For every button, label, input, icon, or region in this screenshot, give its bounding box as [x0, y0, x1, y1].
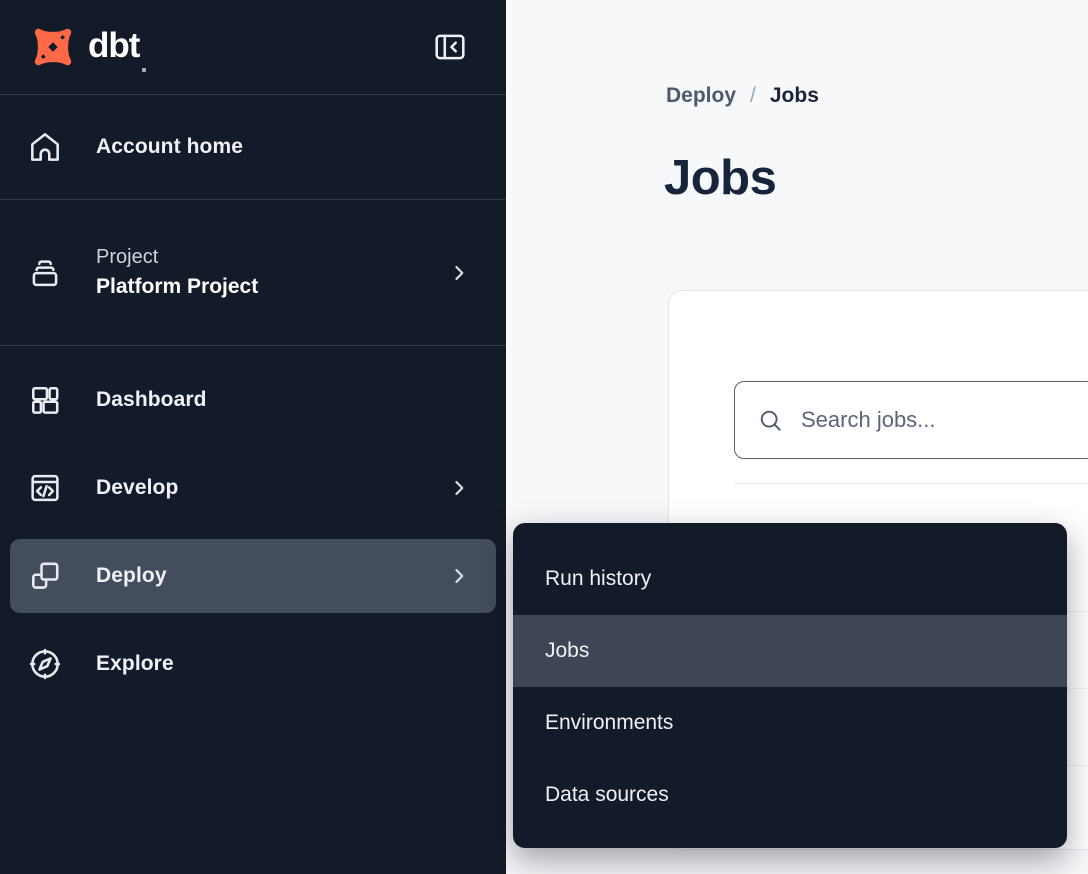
breadcrumb-separator: /	[750, 84, 756, 108]
sidebar-item-develop[interactable]: Develop	[10, 451, 496, 525]
chevron-right-icon	[448, 477, 470, 499]
search-box[interactable]	[734, 381, 1088, 459]
sidebar-header: dbt	[0, 0, 506, 95]
chevron-right-icon	[448, 565, 470, 587]
dbt-wordmark: dbt	[88, 28, 139, 63]
explore-compass-icon	[26, 645, 64, 683]
search-jobs-input[interactable]	[801, 407, 1088, 433]
sidebar-item-dashboard[interactable]: Dashboard	[10, 363, 496, 437]
sidebar-collapse-button[interactable]	[430, 27, 470, 67]
project-eyebrow: Project	[96, 246, 258, 269]
flyout-item-data-sources[interactable]: Data sources	[513, 759, 1067, 831]
sidebar-item-deploy[interactable]: Deploy	[10, 539, 496, 613]
sidebar-item-label: Dashboard	[96, 388, 207, 412]
chevron-right-icon	[448, 262, 470, 284]
sidebar-item-label: Develop	[96, 476, 178, 500]
flyout-item-environments[interactable]: Environments	[513, 687, 1067, 759]
breadcrumb-deploy-link[interactable]: Deploy	[666, 84, 736, 108]
trademark-dot	[142, 68, 146, 72]
sidebar-item-label: Account home	[96, 135, 243, 159]
flyout-item-jobs[interactable]: Jobs	[513, 615, 1067, 687]
search-icon	[757, 407, 784, 434]
sidebar-nav: Dashboard Develop	[0, 346, 506, 701]
sidebar-item-project[interactable]: Project Platform Project	[0, 200, 506, 346]
deploy-squares-icon	[26, 557, 64, 595]
breadcrumb-current: Jobs	[770, 84, 819, 108]
card-divider	[734, 483, 1088, 484]
dbt-logo-icon	[28, 22, 78, 72]
project-name: Platform Project	[96, 275, 258, 299]
sidebar-item-account-home[interactable]: Account home	[0, 95, 506, 200]
develop-code-window-icon	[26, 469, 64, 507]
project-stack-icon	[26, 254, 64, 292]
page-title: Jobs	[664, 150, 776, 206]
home-icon	[26, 128, 64, 166]
sidebar-item-label: Explore	[96, 652, 174, 676]
sidebar: dbt Account home	[0, 0, 506, 874]
project-text: Project Platform Project	[96, 246, 258, 299]
flyout-item-run-history[interactable]: Run history	[513, 543, 1067, 615]
sidebar-item-explore[interactable]: Explore	[10, 627, 496, 701]
breadcrumb: Deploy / Jobs	[666, 84, 819, 108]
sidebar-collapse-icon	[431, 28, 469, 66]
sidebar-item-label: Deploy	[96, 564, 167, 588]
dashboard-grid-icon	[26, 381, 64, 419]
deploy-flyout-menu: Run history Jobs Environments Data sourc…	[513, 523, 1067, 848]
